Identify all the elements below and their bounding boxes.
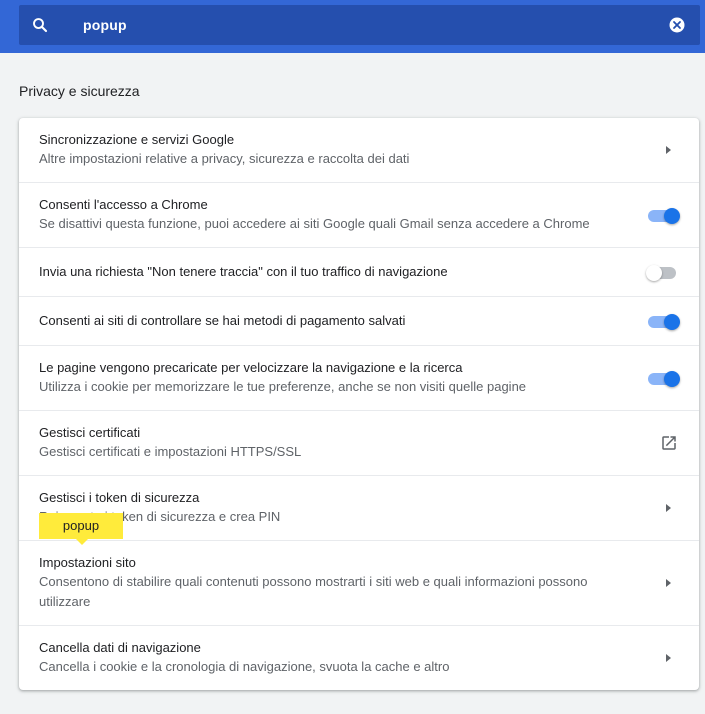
row-title: Sincronizzazione e servizi Google <box>39 132 235 147</box>
row-subtitle: Consentono di stabilire quali contenuti … <box>39 574 588 609</box>
row-do-not-track: Invia una richiesta "Non tenere traccia"… <box>19 248 699 297</box>
chevron-right-icon[interactable] <box>666 579 671 587</box>
row-title: Cancella dati di navigazione <box>39 640 201 655</box>
toggle-knob <box>664 371 680 387</box>
row-title: Invia una richiesta "Non tenere traccia"… <box>39 264 448 279</box>
row-title: Le pagine vengono precaricate per veloci… <box>39 360 463 375</box>
toggle-knob <box>664 314 680 330</box>
row-subtitle: Reimposta i token di sicurezza e crea PI… <box>39 509 281 524</box>
row-preload-pages: Le pagine vengono precaricate per veloci… <box>19 346 699 411</box>
privacy-settings-card: Sincronizzazione e servizi Google Altre … <box>19 118 699 690</box>
row-subtitle: Altre impostazioni relative a privacy, s… <box>39 151 410 166</box>
external-link-icon[interactable] <box>660 434 678 452</box>
row-title: Consenti ai siti di controllare se hai m… <box>39 313 406 328</box>
popup-arrow <box>76 539 88 545</box>
toggle-knob <box>646 265 662 281</box>
row-clear-browsing-data[interactable]: Cancella dati di navigazione Cancella i … <box>19 626 699 690</box>
section-title: Privacy e sicurezza <box>19 83 140 99</box>
row-allow-chrome-sign-in: Consenti l'accesso a Chrome Se disattivi… <box>19 183 699 248</box>
row-manage-certificates[interactable]: Gestisci certificati Gestisci certificat… <box>19 411 699 476</box>
row-site-settings[interactable]: Impostazioni sito Consentono di stabilir… <box>19 541 699 626</box>
row-title: Gestisci certificati <box>39 425 141 440</box>
row-sync-google-services[interactable]: Sincronizzazione e servizi Google Altre … <box>19 118 699 183</box>
row-title: Impostazioni sito <box>39 555 136 570</box>
row-title: Gestisci i token di sicurezza <box>39 490 200 505</box>
search-input[interactable]: popup <box>83 17 127 33</box>
chevron-right-icon[interactable] <box>666 146 671 154</box>
do-not-track-toggle[interactable] <box>646 265 680 281</box>
row-title: Consenti l'accesso a Chrome <box>39 197 208 212</box>
header-bar: popup <box>0 0 705 53</box>
preload-pages-toggle[interactable] <box>646 371 680 387</box>
chevron-right-icon[interactable] <box>666 504 671 512</box>
row-subtitle: Gestisci certificati e impostazioni HTTP… <box>39 444 302 459</box>
search-box[interactable]: popup <box>19 5 700 45</box>
search-icon <box>33 18 48 33</box>
search-highlight-popup: popup <box>39 513 123 539</box>
toggle-knob <box>664 208 680 224</box>
row-subtitle: Cancella i cookie e la cronologia di nav… <box>39 659 450 674</box>
row-subtitle: Se disattivi questa funzione, puoi acced… <box>39 216 590 231</box>
row-payment-methods: Consenti ai siti di controllare se hai m… <box>19 297 699 346</box>
row-subtitle: Utilizza i cookie per memorizzare le tue… <box>39 379 527 394</box>
chrome-sign-in-toggle[interactable] <box>646 208 680 224</box>
clear-search-icon[interactable] <box>668 16 686 34</box>
payment-methods-toggle[interactable] <box>646 314 680 330</box>
chevron-right-icon[interactable] <box>666 654 671 662</box>
